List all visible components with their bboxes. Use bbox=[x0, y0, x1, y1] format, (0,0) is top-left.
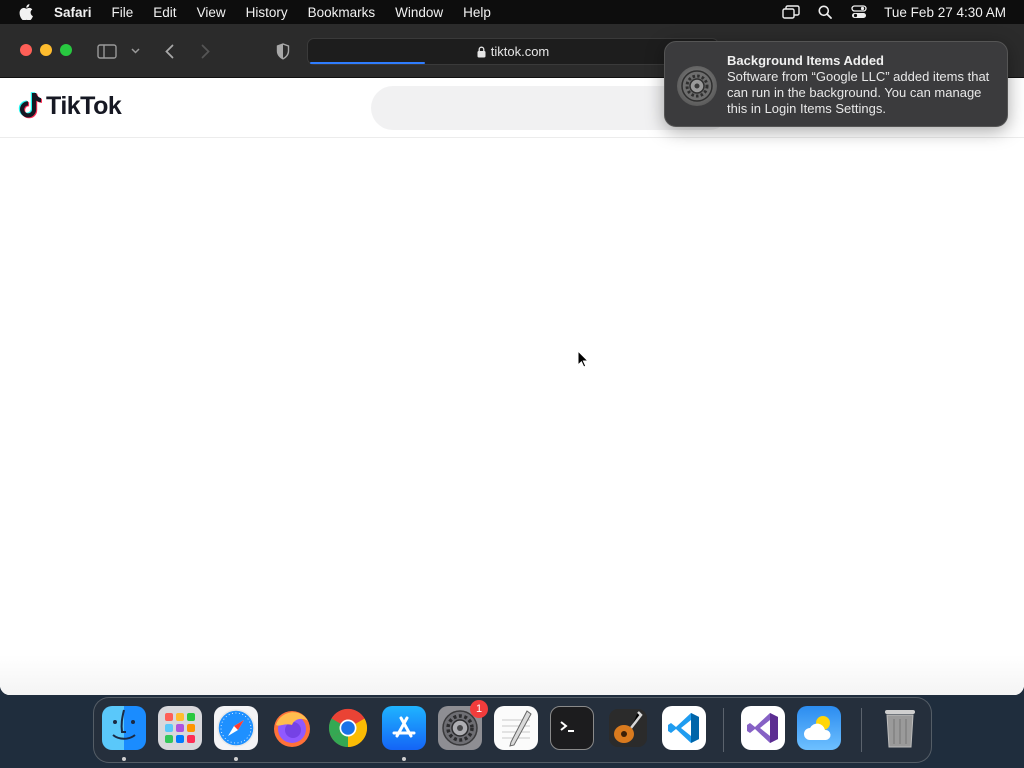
system-settings-gear-icon bbox=[677, 66, 717, 106]
page-load-progress-bar bbox=[310, 62, 425, 64]
notification-title: Background Items Added bbox=[727, 53, 884, 68]
app-store-running-dot bbox=[402, 757, 406, 761]
screen-mirroring-icon[interactable] bbox=[774, 5, 808, 19]
menu-bar-clock[interactable]: Tue Feb 27 4:30 AM bbox=[876, 5, 1006, 20]
address-bar[interactable]: tiktok.com bbox=[307, 38, 719, 65]
dock-separator bbox=[861, 708, 862, 752]
safari-icon[interactable] bbox=[214, 706, 258, 750]
trash-icon[interactable] bbox=[878, 706, 922, 750]
window-controls bbox=[20, 44, 72, 56]
back-chevron-icon[interactable] bbox=[160, 39, 178, 63]
menu-history[interactable]: History bbox=[236, 5, 298, 20]
system-settings-badge: 1 bbox=[470, 700, 488, 718]
close-window-button[interactable] bbox=[20, 44, 32, 56]
menu-app-name[interactable]: Safari bbox=[52, 5, 102, 20]
notification-text: Background Items Added Software from “Go… bbox=[727, 52, 995, 116]
spotlight-search-icon[interactable] bbox=[808, 5, 842, 19]
tiktok-note-icon bbox=[18, 92, 42, 119]
finder-icon[interactable] bbox=[102, 706, 146, 750]
tiktok-page: TikTok bbox=[0, 78, 1024, 695]
garageband-icon[interactable] bbox=[606, 706, 650, 750]
finder-running-dot bbox=[122, 757, 126, 761]
mouse-cursor-icon bbox=[577, 349, 590, 373]
tiktok-logo[interactable]: TikTok bbox=[16, 92, 122, 121]
app-store-icon[interactable] bbox=[382, 706, 426, 750]
tiktok-logo-text: TikTok bbox=[46, 92, 122, 120]
control-center-icon[interactable] bbox=[842, 5, 876, 19]
firefox-icon[interactable] bbox=[270, 706, 314, 750]
sidebar-toggle-icon[interactable] bbox=[96, 39, 118, 63]
background-items-notification[interactable]: Background Items Added Software from “Go… bbox=[664, 41, 1008, 127]
safari-running-dot bbox=[234, 757, 238, 761]
menu-help[interactable]: Help bbox=[453, 5, 501, 20]
textedit-icon[interactable] bbox=[494, 706, 538, 750]
apple-menu-icon[interactable] bbox=[0, 4, 52, 20]
notification-body: Software from “Google LLC” added items t… bbox=[727, 69, 990, 116]
minimize-window-button[interactable] bbox=[40, 44, 52, 56]
page-bottom-fade bbox=[0, 655, 1024, 695]
menu-bar: Safari File Edit View History Bookmarks … bbox=[0, 0, 1024, 24]
menu-bookmarks[interactable]: Bookmarks bbox=[298, 5, 386, 20]
visual-studio-icon[interactable] bbox=[741, 706, 785, 750]
chrome-icon[interactable] bbox=[326, 706, 370, 750]
dock-separator bbox=[723, 708, 724, 752]
weather-icon[interactable] bbox=[797, 706, 841, 750]
lock-icon bbox=[477, 46, 486, 57]
menu-view[interactable]: View bbox=[187, 5, 236, 20]
vscode-icon[interactable] bbox=[662, 706, 706, 750]
menu-file[interactable]: File bbox=[102, 5, 144, 20]
address-bar-url: tiktok.com bbox=[490, 44, 550, 59]
dock: 1 bbox=[93, 697, 932, 763]
menu-window[interactable]: Window bbox=[385, 5, 453, 20]
privacy-shield-icon[interactable] bbox=[274, 39, 292, 63]
terminal-icon[interactable] bbox=[550, 706, 594, 750]
menu-edit[interactable]: Edit bbox=[143, 5, 186, 20]
zoom-window-button[interactable] bbox=[60, 44, 72, 56]
forward-chevron-icon[interactable] bbox=[196, 39, 214, 63]
launchpad-icon[interactable] bbox=[158, 706, 202, 750]
system-settings-icon[interactable]: 1 bbox=[438, 700, 488, 750]
tab-group-chevron-down-icon[interactable] bbox=[128, 39, 142, 63]
